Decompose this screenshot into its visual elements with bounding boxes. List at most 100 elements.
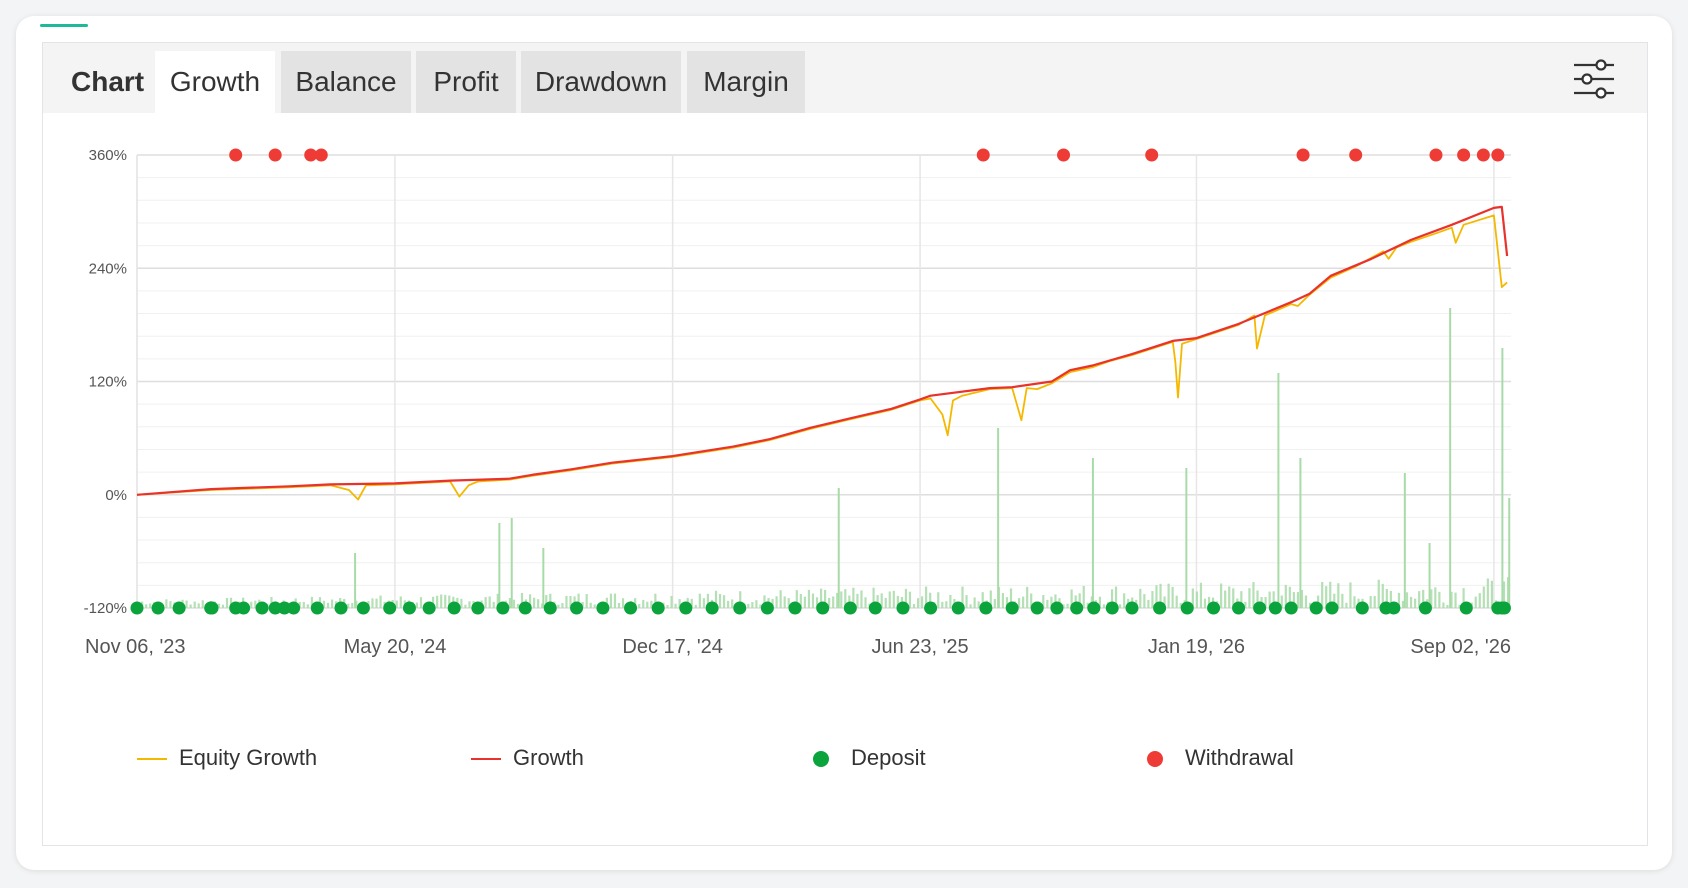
withdrawal-marker — [1057, 148, 1071, 162]
volume-bar — [1438, 591, 1441, 608]
volume-bar — [613, 593, 617, 608]
deposit-marker — [543, 601, 557, 615]
volume-bar — [973, 597, 976, 608]
volume-bar — [1353, 596, 1356, 608]
deposit-marker — [979, 601, 993, 615]
deposit-marker — [496, 601, 510, 615]
volume-bar — [557, 604, 560, 608]
volume-bar — [888, 591, 891, 608]
volume-bar — [755, 600, 758, 608]
withdrawal-marker — [268, 148, 282, 162]
deposit-marker — [1070, 601, 1084, 615]
volume-bar — [840, 591, 843, 608]
volume-bar — [419, 597, 423, 608]
volume-bar — [1151, 591, 1154, 608]
volume-bar — [1143, 594, 1146, 608]
volume-bar — [1486, 578, 1489, 608]
y-tick-label: 120% — [89, 374, 127, 391]
volume-bar — [1345, 602, 1348, 608]
volume-bar — [1401, 600, 1405, 608]
volume-bar — [775, 596, 778, 608]
volume-bar — [1102, 604, 1106, 608]
deposit-marker — [255, 601, 269, 615]
tab-bar: Chart Growth Balance Profit Drawdown Mar… — [43, 43, 1647, 113]
volume-bar — [379, 595, 382, 608]
chart-panel: Chart Growth Balance Profit Drawdown Mar… — [42, 42, 1648, 846]
volume-bar — [468, 601, 471, 608]
volume-bar — [1091, 458, 1094, 608]
deposit-marker — [1050, 601, 1064, 615]
volume-bar — [718, 594, 722, 608]
volume-bar — [189, 604, 192, 608]
volume-bar — [803, 596, 806, 608]
y-tick-label: 240% — [89, 260, 127, 277]
volume-bar — [1434, 587, 1437, 608]
volume-bar — [330, 599, 334, 608]
deposit-marker — [788, 601, 802, 615]
legend-equity[interactable]: Equity Growth — [137, 743, 317, 773]
volume-bar — [884, 597, 887, 608]
withdrawal-marker — [1429, 148, 1443, 162]
volume-bar — [1478, 593, 1481, 608]
withdrawal-marker — [229, 148, 243, 162]
legend-growth-swatch — [471, 758, 501, 761]
volume-bar — [638, 604, 641, 608]
volume-bar — [460, 598, 463, 608]
withdrawal-marker — [1145, 148, 1159, 162]
deposit-marker — [402, 601, 416, 615]
volume-bar — [1490, 580, 1493, 608]
volume-bar — [1026, 586, 1029, 608]
volume-bar — [375, 598, 378, 608]
volume-bar — [1405, 592, 1409, 608]
tab-margin[interactable]: Margin — [687, 51, 805, 113]
volume-bar — [912, 604, 916, 608]
volume-bar — [722, 595, 726, 608]
tab-drawdown[interactable]: Drawdown — [521, 51, 681, 113]
volume-bar — [727, 600, 730, 608]
tab-growth[interactable]: Growth — [155, 51, 275, 113]
volume-bar — [1508, 498, 1511, 608]
volume-bar — [1195, 591, 1198, 608]
growth-line — [136, 205, 1509, 496]
volume-bar — [1373, 596, 1376, 608]
legend-growth[interactable]: Growth — [471, 743, 584, 773]
deposit-marker — [570, 601, 584, 615]
deposit-marker — [1207, 601, 1221, 615]
volume-bar — [892, 590, 895, 608]
deposit-marker — [1030, 601, 1044, 615]
deposit-marker — [383, 601, 397, 615]
volume-bar — [565, 595, 568, 608]
deposit-marker — [1087, 601, 1101, 615]
volume-bar — [498, 523, 501, 608]
deposit-marker — [1105, 601, 1119, 615]
y-tick-label: -120% — [84, 600, 127, 617]
volume-bar — [371, 598, 374, 608]
x-tick-label: Nov 06, '23 — [85, 636, 186, 658]
volume-bar — [1203, 598, 1207, 608]
volume-bar — [1147, 599, 1150, 608]
y-tick-label: 0% — [105, 487, 127, 504]
legend-withdrawal[interactable]: Withdrawal — [1147, 743, 1294, 773]
volume-bar — [1369, 595, 1372, 608]
tab-profit[interactable]: Profit — [416, 51, 516, 113]
volume-bar — [1167, 583, 1170, 608]
volume-bar — [354, 553, 357, 608]
volume-bar — [1082, 585, 1085, 608]
tab-balance[interactable]: Balance — [281, 51, 411, 113]
volume-bar — [832, 596, 835, 608]
withdrawal-marker — [314, 148, 328, 162]
equity-growth-line — [136, 214, 1508, 501]
x-tick-label: Sep 02, '26 — [1410, 636, 1511, 658]
sliders-icon[interactable] — [1571, 59, 1617, 99]
deposit-marker — [1355, 601, 1369, 615]
volume-bar — [1377, 579, 1380, 608]
volume-bar — [751, 602, 754, 608]
volume-bar — [351, 602, 354, 608]
volume-bar — [516, 603, 520, 608]
volume-bar — [969, 604, 972, 608]
volume-bar — [920, 596, 924, 608]
deposit-marker — [1284, 601, 1298, 615]
legend-deposit[interactable]: Deposit — [813, 743, 926, 773]
volume-bar — [1224, 590, 1227, 608]
volume-bar — [993, 598, 996, 608]
